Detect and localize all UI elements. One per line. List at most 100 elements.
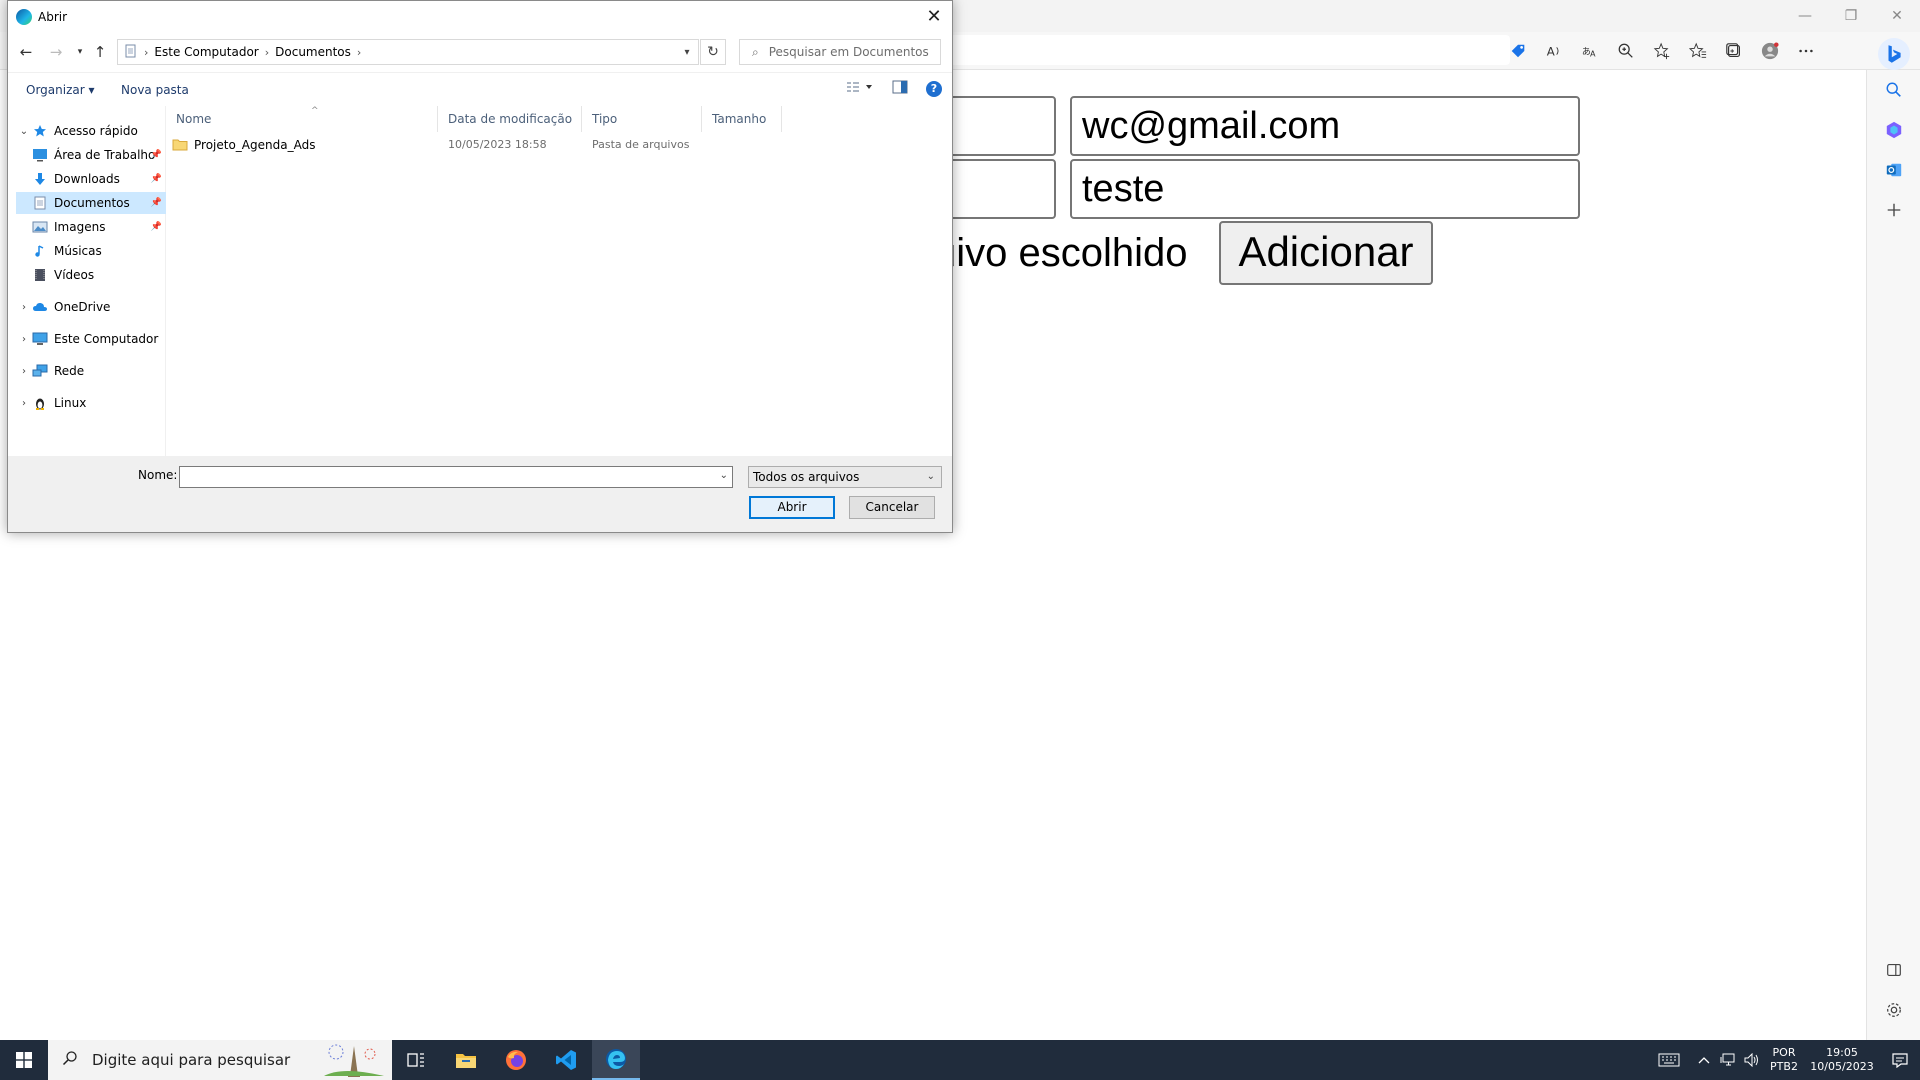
taskbar: Digite aqui para pesquisar POR PTB2 19:0… xyxy=(0,1040,1920,1080)
column-header-name[interactable]: Nome xyxy=(166,106,438,132)
input-language-indicator[interactable]: POR PTB2 xyxy=(1764,1040,1804,1080)
organize-menu[interactable]: Organizar ▾ xyxy=(26,83,95,97)
volume-icon[interactable] xyxy=(1740,1040,1764,1080)
filename-input[interactable]: ⌄ xyxy=(179,466,733,488)
taskbar-search-input[interactable]: Digite aqui para pesquisar xyxy=(48,1040,392,1080)
pin-icon[interactable]: 📌 xyxy=(151,150,162,160)
firefox-icon[interactable] xyxy=(492,1040,540,1080)
file-name[interactable]: Projeto_Agenda_Ads xyxy=(194,138,315,152)
file-explorer-icon[interactable] xyxy=(442,1040,490,1080)
nav-linux[interactable]: › Linux xyxy=(16,392,86,414)
dialog-navbar: ← → ▾ ↑ › Este Computador › Documentos ›… xyxy=(8,32,952,72)
nav-quick-access[interactable]: ⌄ Acesso rápido xyxy=(16,120,138,142)
column-header-type[interactable]: Tipo xyxy=(582,106,702,132)
download-arrow-icon xyxy=(32,171,48,187)
add-icon[interactable] xyxy=(1867,190,1920,230)
edge-taskbar-icon[interactable] xyxy=(592,1040,640,1080)
expand-chevron-icon[interactable]: › xyxy=(16,334,32,345)
column-header-date[interactable]: Data de modificação xyxy=(438,106,582,132)
breadcrumb[interactable]: › Este Computador › Documentos › ▾ xyxy=(117,39,699,65)
expand-chevron-icon[interactable]: ⌄ xyxy=(16,126,32,137)
nav-videos[interactable]: Vídeos xyxy=(32,264,94,286)
refresh-icon[interactable]: ↻ xyxy=(700,39,726,65)
vscode-icon[interactable] xyxy=(542,1040,590,1080)
notifications-icon[interactable] xyxy=(1880,1040,1920,1080)
nav-network[interactable]: › Rede xyxy=(16,360,84,382)
file-type-value: Todos os arquivos xyxy=(753,470,860,484)
nav-documents[interactable]: Documentos 📌 xyxy=(16,192,166,214)
crumb-this-pc[interactable]: Este Computador xyxy=(154,45,258,59)
task-view-icon[interactable] xyxy=(392,1040,440,1080)
shopping-tag-icon[interactable] xyxy=(1500,36,1536,66)
read-aloud-icon[interactable]: A xyxy=(1536,36,1572,66)
filename-label: Nome: xyxy=(138,468,178,482)
password-field[interactable]: teste xyxy=(1070,159,1580,219)
preview-pane-icon[interactable] xyxy=(892,80,908,97)
search-input[interactable]: ⌕ Pesquisar em Documentos xyxy=(739,39,941,65)
settings-gear-icon[interactable] xyxy=(1867,990,1920,1030)
system-tray: POR PTB2 19:05 10/05/2023 xyxy=(1646,1040,1920,1080)
profile-icon[interactable] xyxy=(1752,36,1788,66)
new-folder-button[interactable]: Nova pasta xyxy=(121,83,189,97)
address-bar[interactable] xyxy=(950,35,1510,65)
nav-images[interactable]: Imagens 📌 xyxy=(32,216,166,238)
network-status-icon[interactable] xyxy=(1716,1040,1740,1080)
image-icon xyxy=(32,219,48,235)
hide-sidebar-icon[interactable] xyxy=(1867,950,1920,990)
file-date: 10/05/2023 18:58 xyxy=(448,138,547,151)
file-type-select[interactable]: Todos os arquivos ⌄ xyxy=(748,466,942,488)
column-header-size[interactable]: Tamanho xyxy=(702,106,782,132)
file-type-dropdown-icon[interactable]: ⌄ xyxy=(927,467,935,487)
browser-sidebar xyxy=(1866,70,1920,1040)
outlook-icon[interactable] xyxy=(1867,150,1920,190)
expand-chevron-icon[interactable]: › xyxy=(16,366,32,377)
nav-desktop[interactable]: Área de Trabalho 📌 xyxy=(32,144,166,166)
back-arrow-icon[interactable]: ← xyxy=(16,42,36,62)
bing-chat-icon[interactable] xyxy=(1878,38,1910,70)
file-row[interactable]: Projeto_Agenda_Ads 10/05/2023 18:58 Past… xyxy=(166,134,952,156)
forward-arrow-icon[interactable]: → xyxy=(46,42,66,62)
add-favorite-icon[interactable] xyxy=(1644,36,1680,66)
clock[interactable]: 19:05 10/05/2023 xyxy=(1804,1040,1880,1080)
keyboard-icon[interactable] xyxy=(1646,1040,1692,1080)
view-options-icon[interactable] xyxy=(846,81,874,96)
pin-icon[interactable]: 📌 xyxy=(151,222,162,232)
expand-chevron-icon[interactable]: › xyxy=(16,398,32,409)
search-placeholder: Pesquisar em Documentos xyxy=(768,45,929,59)
open-button[interactable]: Abrir xyxy=(749,496,835,519)
recent-locations-chevron-icon[interactable]: ▾ xyxy=(70,42,90,62)
nav-downloads[interactable]: Downloads 📌 xyxy=(32,168,166,190)
collections-icon[interactable] xyxy=(1716,36,1752,66)
pin-icon[interactable]: 📌 xyxy=(151,198,162,208)
breadcrumb-dropdown-icon[interactable]: ▾ xyxy=(676,40,698,64)
favorites-icon[interactable] xyxy=(1680,36,1716,66)
document-icon xyxy=(32,195,48,211)
office-icon[interactable] xyxy=(1867,110,1920,150)
nav-music[interactable]: Músicas xyxy=(32,240,102,262)
restore-button[interactable]: ❐ xyxy=(1828,0,1874,32)
file-type: Pasta de arquivos xyxy=(592,138,690,151)
dialog-close-button[interactable]: ✕ xyxy=(916,1,952,32)
close-window-button[interactable]: ✕ xyxy=(1874,0,1920,32)
windows-start-icon[interactable] xyxy=(0,1040,48,1080)
expand-chevron-icon[interactable]: › xyxy=(16,302,32,313)
translate-icon[interactable]: あA xyxy=(1572,36,1608,66)
nav-onedrive[interactable]: › OneDrive xyxy=(16,296,110,318)
video-icon xyxy=(32,267,48,283)
minimize-button[interactable]: — xyxy=(1782,0,1828,32)
search-icon[interactable] xyxy=(1867,70,1920,110)
up-arrow-icon[interactable]: ↑ xyxy=(90,42,110,62)
pin-icon[interactable]: 📌 xyxy=(151,174,162,184)
filename-dropdown-icon[interactable]: ⌄ xyxy=(720,470,728,481)
help-icon[interactable]: ? xyxy=(926,80,942,97)
add-button[interactable]: Adicionar xyxy=(1219,221,1433,285)
search-highlight-icon xyxy=(322,1042,386,1078)
desktop-icon xyxy=(32,147,48,163)
nav-this-pc[interactable]: › Este Computador xyxy=(16,328,158,350)
crumb-documents[interactable]: Documentos xyxy=(275,45,351,59)
show-hidden-icons-chevron-icon[interactable] xyxy=(1692,1040,1716,1080)
cancel-button[interactable]: Cancelar xyxy=(849,496,935,519)
email-field[interactable]: wc@gmail.com xyxy=(1070,96,1580,156)
zoom-icon[interactable] xyxy=(1608,36,1644,66)
more-icon[interactable] xyxy=(1788,36,1824,66)
